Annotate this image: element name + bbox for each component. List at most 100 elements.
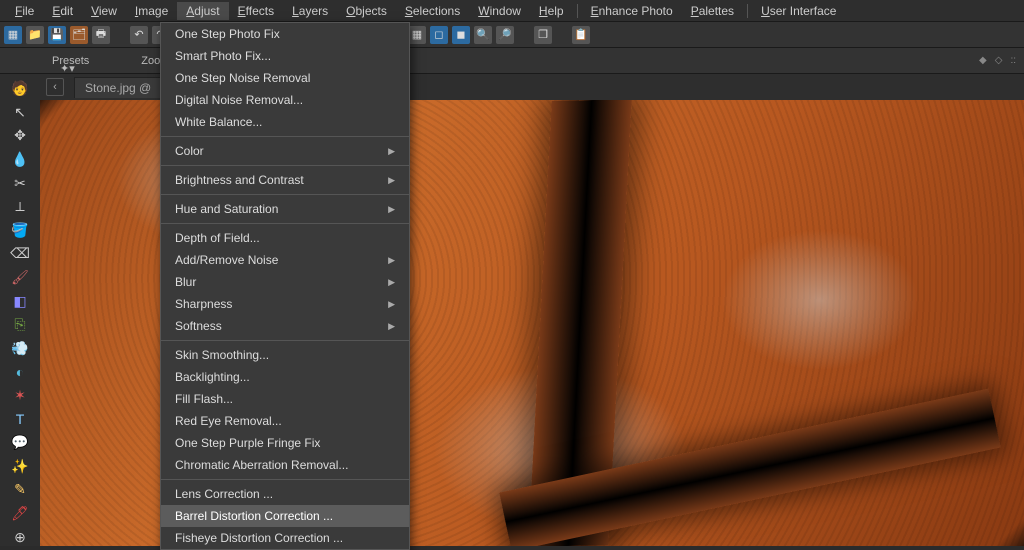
menu-item-digital-noise-removal[interactable]: Digital Noise Removal...: [161, 89, 409, 111]
copy-icon[interactable]: 📋: [572, 26, 590, 44]
actual-icon[interactable]: ◼: [452, 26, 470, 44]
menu-item-label: Sharpness: [175, 297, 232, 311]
folder-icon[interactable]: 🗂: [70, 26, 88, 44]
menu-item-depth-of-field[interactable]: Depth of Field...: [161, 227, 409, 249]
menu-palettes[interactable]: Palettes: [682, 2, 743, 20]
pen-tool-icon[interactable]: 🖊: [11, 505, 29, 523]
menu-edit[interactable]: Edit: [43, 2, 82, 20]
options-bar: Presets Zoom (1 30 ◆ ◇ ::: [0, 48, 1024, 74]
spray-tool-icon[interactable]: ✶: [11, 387, 29, 405]
swatch-tool-icon[interactable]: ◧: [11, 292, 29, 310]
menu-item-label: One Step Photo Fix: [175, 27, 280, 41]
airbrush-tool-icon[interactable]: 💨: [11, 340, 29, 358]
menu-item-label: Color: [175, 144, 204, 158]
crop-tool-icon[interactable]: ✂: [11, 174, 29, 192]
zoom-out-icon[interactable]: 🔎: [496, 26, 514, 44]
avatar-tool-icon[interactable]: 🧑: [11, 80, 29, 98]
menu-item-smart-photo-fix[interactable]: Smart Photo Fix...: [161, 45, 409, 67]
menu-item-label: Blur: [175, 275, 196, 289]
menu-item-label: One Step Noise Removal: [175, 71, 310, 85]
pointer-tool-icon[interactable]: ↖: [11, 104, 29, 122]
menu-item-label: Hue and Saturation: [175, 202, 278, 216]
menu-item-skin-smoothing[interactable]: Skin Smoothing...: [161, 344, 409, 366]
menu-item-label: Chromatic Aberration Removal...: [175, 458, 348, 472]
menu-item-hue-and-saturation[interactable]: Hue and Saturation ▶: [161, 198, 409, 220]
menu-item-label: Backlighting...: [175, 370, 250, 384]
menu-item-barrel-distortion-correction[interactable]: Barrel Distortion Correction ...: [161, 505, 409, 527]
zoom-in-icon[interactable]: 🔍: [474, 26, 492, 44]
color-swap-tool-icon[interactable]: ◐: [11, 363, 29, 381]
open-icon[interactable]: 📁: [26, 26, 44, 44]
fill-tool-icon[interactable]: 🪣: [11, 222, 29, 240]
document-tab[interactable]: Stone.jpg @: [74, 77, 162, 98]
menu-selections[interactable]: Selections: [396, 2, 469, 20]
menu-image[interactable]: Image: [126, 2, 177, 20]
menu-item-label: Barrel Distortion Correction ...: [175, 509, 333, 523]
toggle-b-icon[interactable]: ◇: [995, 55, 1003, 66]
fit-icon[interactable]: ◻: [430, 26, 448, 44]
toggle-c-icon[interactable]: ::: [1010, 55, 1016, 66]
menu-item-sharpness[interactable]: Sharpness ▶: [161, 293, 409, 315]
menu-item-color[interactable]: Color ▶: [161, 140, 409, 162]
menu-item-label: Lens Correction ...: [175, 487, 273, 501]
menu-item-label: Softness: [175, 319, 222, 333]
new-icon[interactable]: ▦: [4, 26, 22, 44]
save-icon[interactable]: 💾: [48, 26, 66, 44]
menu-item-one-step-purple-fringe-fix[interactable]: One Step Purple Fringe Fix: [161, 432, 409, 454]
print-icon[interactable]: 🖶: [92, 26, 110, 44]
dropper-tool-icon[interactable]: 💧: [11, 151, 29, 169]
menu-objects[interactable]: Objects: [337, 2, 396, 20]
menu-item-label: White Balance...: [175, 115, 262, 129]
submenu-arrow-icon: ▶: [388, 175, 395, 186]
pencil-tool-icon[interactable]: ✎: [11, 481, 29, 499]
menu-item-softness[interactable]: Softness ▶: [161, 315, 409, 337]
text-tool-icon[interactable]: T: [11, 410, 29, 428]
menu-adjust[interactable]: Adjust: [177, 2, 228, 20]
adjust-menu-dropdown: One Step Photo Fix Smart Photo Fix... One …: [160, 22, 410, 550]
menu-layers[interactable]: Layers: [283, 2, 337, 20]
menu-item-lens-correction[interactable]: Lens Correction ...: [161, 483, 409, 505]
menu-item-one-step-noise-removal[interactable]: One Step Noise Removal: [161, 67, 409, 89]
move-tool-icon[interactable]: ✥: [11, 127, 29, 145]
menu-window[interactable]: Window: [469, 2, 530, 20]
menu-item-red-eye-removal[interactable]: Red Eye Removal...: [161, 410, 409, 432]
menu-item-chromatic-aberration-removal[interactable]: Chromatic Aberration Removal...: [161, 454, 409, 476]
menu-item-label: One Step Purple Fringe Fix: [175, 436, 320, 450]
layers-icon[interactable]: ❐: [534, 26, 552, 44]
menu-item-white-balance[interactable]: White Balance...: [161, 111, 409, 133]
menu-item-blur[interactable]: Blur▶: [161, 271, 409, 293]
grid-icon[interactable]: ▦: [408, 26, 426, 44]
menu-item-label: Brightness and Contrast: [175, 173, 304, 187]
stamp-tool-icon[interactable]: ⎘: [11, 316, 29, 334]
speech-tool-icon[interactable]: 💬: [11, 434, 29, 452]
menu-item-brightness-and-contrast[interactable]: Brightness and Contrast ▶: [161, 169, 409, 191]
menubar: FileEditViewImageAdjustEffectsLayersObje…: [0, 0, 1024, 22]
main-toolbar: ▦ 📁 💾 🗂 🖶 ↶ ↷ ▦ ◻ ◼ 🔍 🔎 ❐ 📋: [0, 22, 1024, 48]
submenu-arrow-icon: ▶: [388, 146, 395, 157]
submenu-arrow-icon: ▶: [388, 299, 395, 310]
menu-item-fill-flash[interactable]: Fill Flash...: [161, 388, 409, 410]
menu-enhance-photo[interactable]: Enhance Photo: [582, 2, 682, 20]
back-button[interactable]: ‹: [46, 78, 64, 96]
brush-tool-icon[interactable]: 🖌: [11, 269, 29, 287]
toolbox: 🧑 ↖ ✥ 💧 ✂ ⟂ 🪣 ⌫ 🖌 ◧ ⎘ 💨 ◐ ✶ T 💬 ✨ ✎ 🖊 ⊕: [0, 74, 40, 546]
menu-file[interactable]: File: [6, 2, 43, 20]
menu-item-backlighting[interactable]: Backlighting...: [161, 366, 409, 388]
erase-tool-icon[interactable]: ⌫: [11, 245, 29, 263]
menu-item-label: Digital Noise Removal...: [175, 93, 303, 107]
menu-effects[interactable]: Effects: [229, 2, 283, 20]
submenu-arrow-icon: ▶: [388, 255, 395, 266]
menu-item-one-step-photo-fix[interactable]: One Step Photo Fix: [161, 23, 409, 45]
menu-help[interactable]: Help: [530, 2, 573, 20]
toggle-a-icon[interactable]: ◆: [979, 55, 987, 66]
submenu-arrow-icon: ▶: [388, 204, 395, 215]
menu-user-interface[interactable]: User Interface: [752, 2, 845, 20]
menu-item-add-remove-noise[interactable]: Add/Remove Noise▶: [161, 249, 409, 271]
measure-tool-icon[interactable]: ⟂: [11, 198, 29, 216]
undo-icon[interactable]: ↶: [130, 26, 148, 44]
magic-tool-icon[interactable]: ✨: [11, 458, 29, 476]
menu-item-label: Depth of Field...: [175, 231, 260, 245]
menu-view[interactable]: View: [82, 2, 126, 20]
target-tool-icon[interactable]: ⊕: [11, 528, 29, 546]
submenu-arrow-icon: ▶: [388, 321, 395, 332]
